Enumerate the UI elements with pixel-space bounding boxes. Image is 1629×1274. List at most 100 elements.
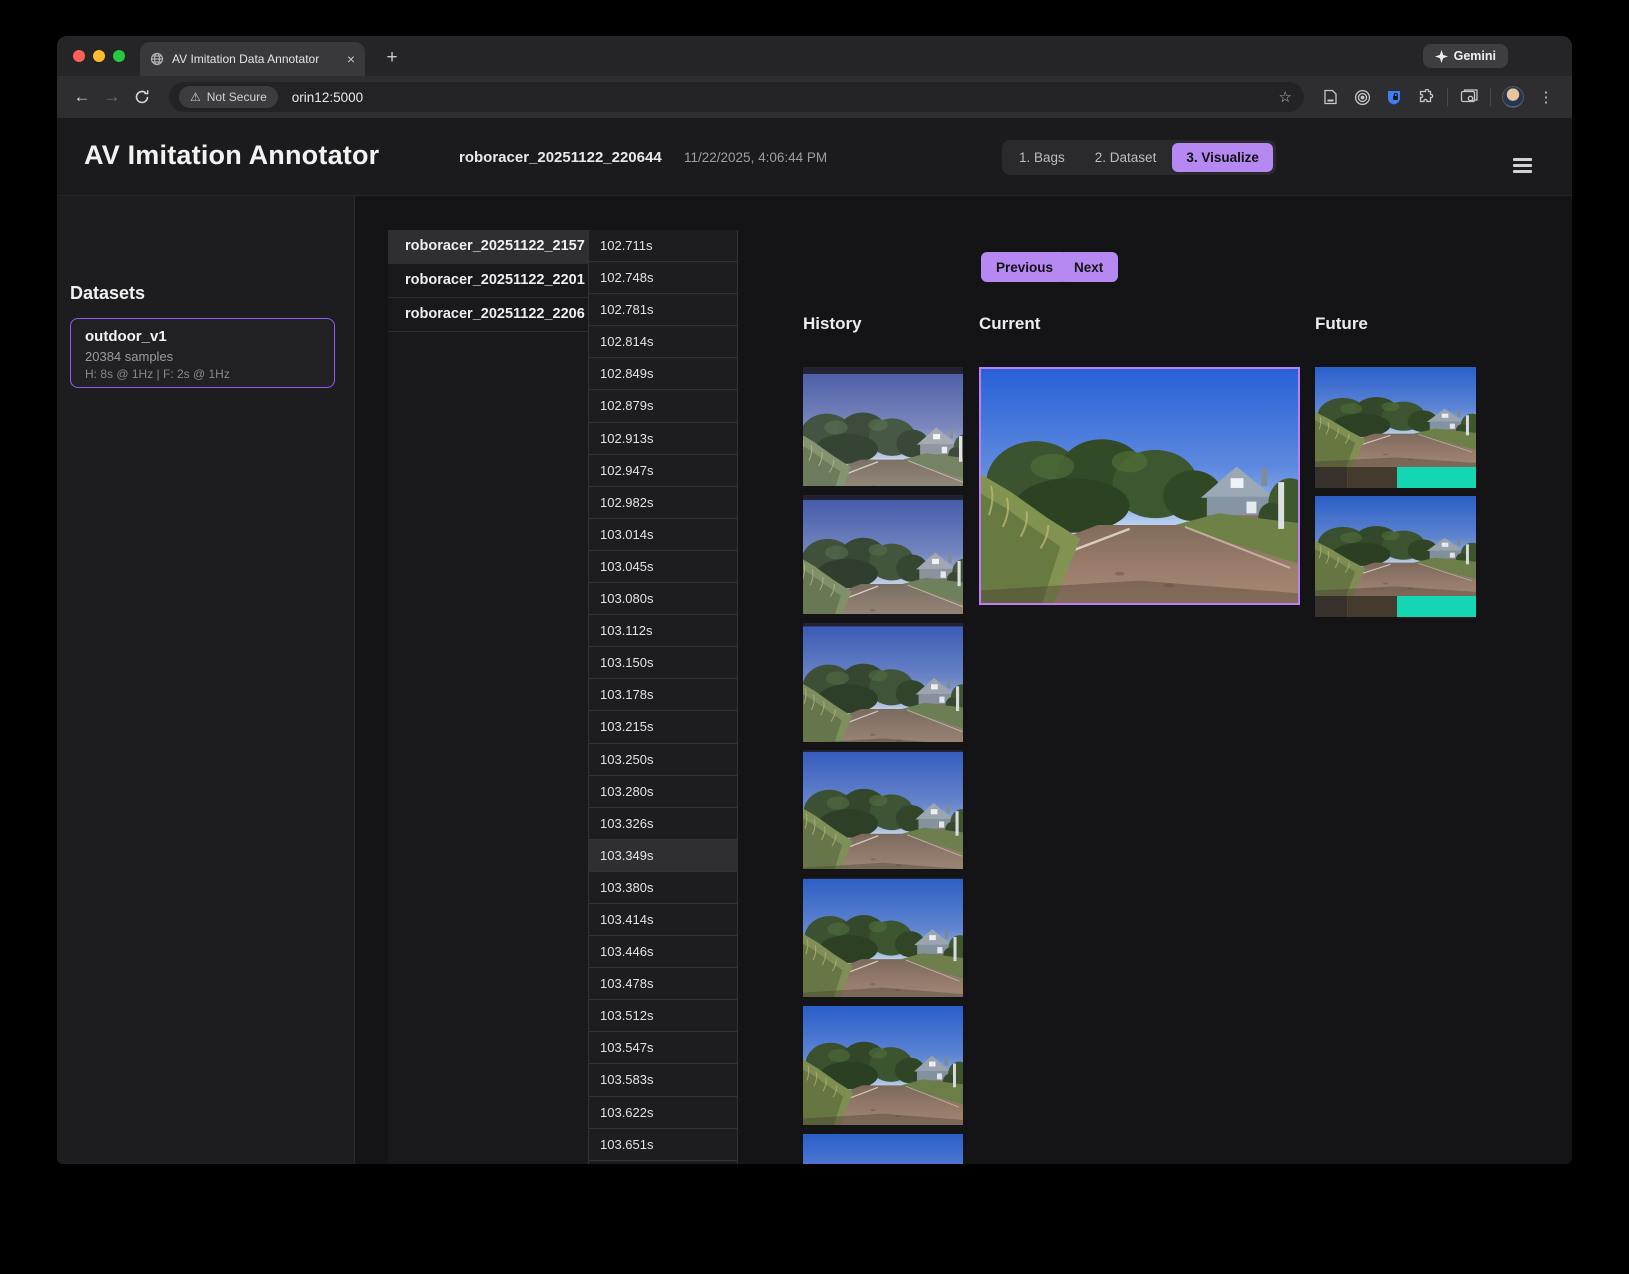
address-bar[interactable]: ⚠ Not Secure orin12:5000 ☆ [169,82,1304,112]
current-column-header: Current [979,314,1040,334]
previous-button[interactable]: Previous [981,252,1068,282]
gemini-button[interactable]: Gemini [1423,44,1508,68]
bag-datetime: 11/22/2025, 4:06:44 PM [684,150,827,165]
dataset-name: outdoor_v1 [85,328,320,345]
app-header: AV Imitation Annotator roboracer_2025112… [57,118,1572,196]
timestamp-list-item[interactable]: 103.280s [589,776,737,808]
target-extension-icon[interactable] [1349,84,1375,110]
timestamp-list-item[interactable]: 102.781s [589,294,737,326]
browser-toolbar: ← → ⚠ Not Secure orin12:5000 ☆ [57,76,1572,118]
window-controls [73,50,125,62]
gemini-spark-icon [1435,50,1448,63]
warning-icon: ⚠ [190,90,201,104]
dataset-card[interactable]: outdoor_v1 20384 samples H: 8s @ 1Hz | F… [70,318,335,388]
bag-list-item[interactable]: roboracer_20251122_2206 [388,298,588,332]
timestamp-list-item[interactable]: 103.014s [589,519,737,551]
history-frame-image [803,623,963,742]
reading-list-icon[interactable] [1317,84,1343,110]
timestamp-list-item[interactable]: 103.622s [589,1097,737,1129]
timestamp-list-item[interactable]: 102.913s [589,423,737,455]
timestamp-list-item[interactable]: 102.947s [589,455,737,487]
search-tabs-icon[interactable] [1456,84,1482,110]
step-nav: 1. Bags2. Dataset3. Visualize [1002,140,1276,175]
new-tab-button[interactable]: + [379,45,405,71]
future-annotation-strip [1315,596,1476,617]
timestamp-list-item[interactable]: 102.814s [589,326,737,358]
timestamp-list-item[interactable]: 103.080s [589,583,737,615]
timestamp-list-item[interactable]: 103.250s [589,744,737,776]
dataset-config: H: 8s @ 1Hz | F: 2s @ 1Hz [85,367,320,381]
app-page: AV Imitation Annotator roboracer_2025112… [57,118,1572,1164]
tab-strip: AV Imitation Data Annotator × + Gemini [57,36,1572,76]
reload-button[interactable] [127,82,157,112]
tab-close-icon[interactable]: × [347,51,355,67]
current-frame-image [979,367,1300,605]
datasets-sidebar: Datasets outdoor_v1 20384 samples H: 8s … [57,196,355,1164]
timestamp-list-item[interactable]: 103.380s [589,872,737,904]
current-bag-name: roboracer_20251122_220644 [459,149,662,166]
next-button[interactable]: Next [1059,252,1118,282]
app-title: AV Imitation Annotator [84,140,379,171]
timestamp-list-item[interactable]: 103.215s [589,711,737,743]
profile-avatar[interactable] [1502,86,1524,108]
timestamp-list-item[interactable]: 103.045s [589,551,737,583]
timestamp-list-item[interactable]: 103.446s [589,936,737,968]
future-frame-image [1315,496,1476,617]
globe-favicon-icon [150,52,164,66]
timestamp-list-item[interactable]: 103.414s [589,904,737,936]
future-column-header: Future [1315,314,1368,334]
toolbar-divider [1447,88,1448,106]
bag-list-item[interactable]: roboracer_20251122_2157 [388,230,588,264]
extensions-puzzle-icon[interactable] [1413,84,1439,110]
timestamp-list-item[interactable]: 102.879s [589,390,737,422]
history-frame-image [803,750,963,869]
history-frame-image [803,1006,963,1125]
timestamp-list-item[interactable]: 103.583s [589,1064,737,1096]
gemini-label: Gemini [1454,49,1496,63]
timestamp-list-item[interactable]: 103.112s [589,615,737,647]
minimize-window-button[interactable] [93,50,105,62]
back-button[interactable]: ← [67,82,97,112]
bag-list-item[interactable]: roboracer_20251122_2201 [388,264,588,298]
browser-tab[interactable]: AV Imitation Data Annotator × [140,42,365,76]
teal-overlay [1397,467,1476,488]
history-frame-image [803,878,963,997]
step-nav-item[interactable]: 2. Dataset [1081,143,1171,172]
timestamp-list: 102.711s102.748s102.781s102.814s102.849s… [588,230,738,1164]
bag-list: roboracer_20251122_2157roboracer_2025112… [388,230,588,1164]
zoom-window-button[interactable] [113,50,125,62]
timestamp-list-item[interactable]: 103.478s [589,968,737,1000]
timestamp-list-item[interactable]: 103.178s [589,679,737,711]
timestamp-list-item[interactable]: 102.982s [589,487,737,519]
timestamp-list-item[interactable]: 103.651s [589,1129,737,1161]
url-text[interactable]: orin12:5000 [292,90,1279,105]
timestamp-list-item[interactable]: 103.150s [589,647,737,679]
history-frame-image [803,367,963,486]
forward-button[interactable]: → [97,82,127,112]
history-frame-image [803,1134,963,1164]
datasets-heading: Datasets [70,283,145,304]
bookmark-star-icon[interactable]: ☆ [1279,88,1292,106]
password-shield-icon[interactable] [1381,84,1407,110]
future-annotation-strip [1315,467,1476,488]
timestamp-list-item[interactable]: 103.547s [589,1032,737,1064]
step-nav-item[interactable]: 3. Visualize [1172,143,1273,172]
timestamp-list-item[interactable]: 103.349s [589,840,737,872]
browser-menu-kebab-icon[interactable]: ⋮ [1533,84,1559,110]
not-secure-chip[interactable]: ⚠ Not Secure [179,86,278,108]
future-frame-image [1315,367,1476,488]
browser-window: AV Imitation Data Annotator × + Gemini ←… [57,36,1572,1164]
timestamp-list-item[interactable]: 102.849s [589,358,737,390]
dataset-samples: 20384 samples [85,349,320,364]
close-window-button[interactable] [73,50,85,62]
toolbar-divider [1490,88,1491,106]
history-column-header: History [803,314,862,334]
tab-title: AV Imitation Data Annotator [172,52,341,66]
step-nav-item[interactable]: 1. Bags [1005,143,1079,172]
not-secure-label: Not Secure [207,90,267,104]
timestamp-list-item[interactable]: 102.711s [589,230,737,262]
timestamp-list-item[interactable]: 102.748s [589,262,737,294]
hamburger-menu-icon[interactable] [1513,158,1532,173]
timestamp-list-item[interactable]: 103.326s [589,808,737,840]
timestamp-list-item[interactable]: 103.512s [589,1000,737,1032]
